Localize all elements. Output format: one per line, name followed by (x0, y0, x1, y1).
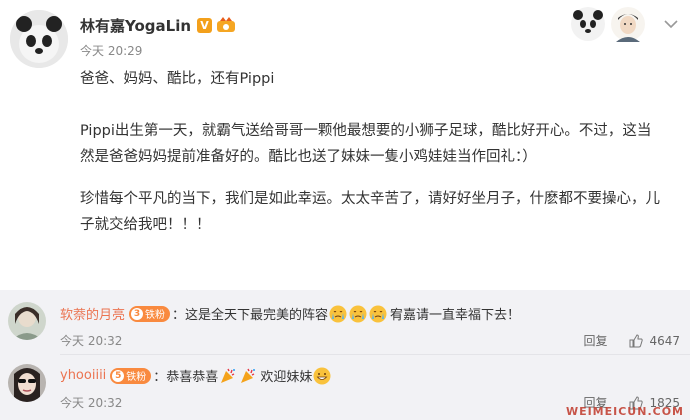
comments-section: 软萘的月亮 3 铁粉 ：这是全天下最完美的阵容 宥嘉请一直幸福下去！ 今天 20… (0, 290, 690, 420)
panda-avatar-icon[interactable] (570, 6, 606, 42)
fan-badge[interactable]: 3 铁粉 (129, 305, 171, 322)
post-paragraph: 爸爸、妈妈、酷比，还有Pippi (80, 71, 275, 87)
fan-badge-label: 铁粉 (145, 310, 166, 321)
author-name[interactable]: 林有嘉YogaLin (80, 15, 191, 36)
comment-item: 软萘的月亮 3 铁粉 ：这是全天下最完美的阵容 宥嘉请一直幸福下去！ 今天 20… (0, 290, 690, 355)
thumbs-up-icon (629, 333, 644, 347)
post-paragraph: 珍惜每个平凡的当下，我们是如此幸运。太太辛苦了，请好好坐月子，什麽都不要操心，儿… (80, 191, 660, 233)
party-popper-icon (221, 368, 236, 383)
comment-line: 软萘的月亮 3 铁粉 ：这是全天下最完美的阵容 宥嘉请一直幸福下去！ (60, 304, 520, 323)
crying-face-icon (349, 305, 367, 322)
comment-text: 宥嘉请一直幸福下去！ (390, 308, 521, 323)
fan-badge-label: 铁粉 (126, 372, 147, 383)
like-button[interactable]: 4647 (629, 334, 680, 348)
comment-avatar[interactable] (8, 364, 46, 402)
grinning-face-icon (313, 367, 331, 384)
party-popper-icon (241, 368, 256, 383)
comment-avatar[interactable] (8, 302, 46, 340)
verified-icon: V (197, 17, 213, 33)
reply-button[interactable]: 回复 (583, 332, 607, 349)
post-paragraph: Pippi出生第一天，就霸气送给哥哥一颗他最想要的小狮子足球，酷比好开心。不过，… (80, 123, 652, 165)
weibo-post: 林有嘉YogaLin V 今天 20:29 爸爸、妈妈、酷比，还有Pippi P… (0, 0, 690, 290)
site-watermark: WEIMEICUN.COM (565, 405, 684, 418)
vip-crown-icon (217, 17, 236, 32)
header-right (566, 6, 678, 42)
comment-text: ：恭喜恭喜 (153, 370, 219, 385)
comment-username[interactable]: yhooiiii (60, 368, 106, 383)
crying-face-icon (369, 305, 387, 322)
comment-line: yhooiiii 5 铁粉 ：恭喜恭喜 欢迎妹妹 (60, 366, 332, 385)
comment-actions: 回复 4647 (583, 332, 680, 349)
chevron-down-icon[interactable] (664, 19, 678, 29)
post-time[interactable]: 今天 20:29 (80, 42, 142, 59)
author-avatar[interactable] (10, 10, 68, 68)
author-line: 林有嘉YogaLin V (80, 14, 236, 36)
fan-level: 3 (131, 307, 144, 320)
post-content: 爸爸、妈妈、酷比，还有Pippi Pippi出生第一天，就霸气送给哥哥一颗他最想… (80, 66, 660, 238)
fan-level: 5 (112, 369, 125, 382)
comment-username[interactable]: 软萘的月亮 (60, 304, 125, 323)
crying-face-icon (329, 305, 347, 322)
comment-text: ：这是全天下最完美的阵容 (172, 308, 329, 323)
comment-time: 今天 20:32 (60, 396, 123, 410)
comment-text: 欢迎妹妹 (260, 370, 313, 385)
comment-time: 今天 20:32 (60, 334, 123, 348)
fan-badge[interactable]: 5 铁粉 (110, 367, 152, 384)
person-avatar-icon[interactable] (610, 6, 646, 42)
like-count: 4647 (649, 333, 680, 348)
